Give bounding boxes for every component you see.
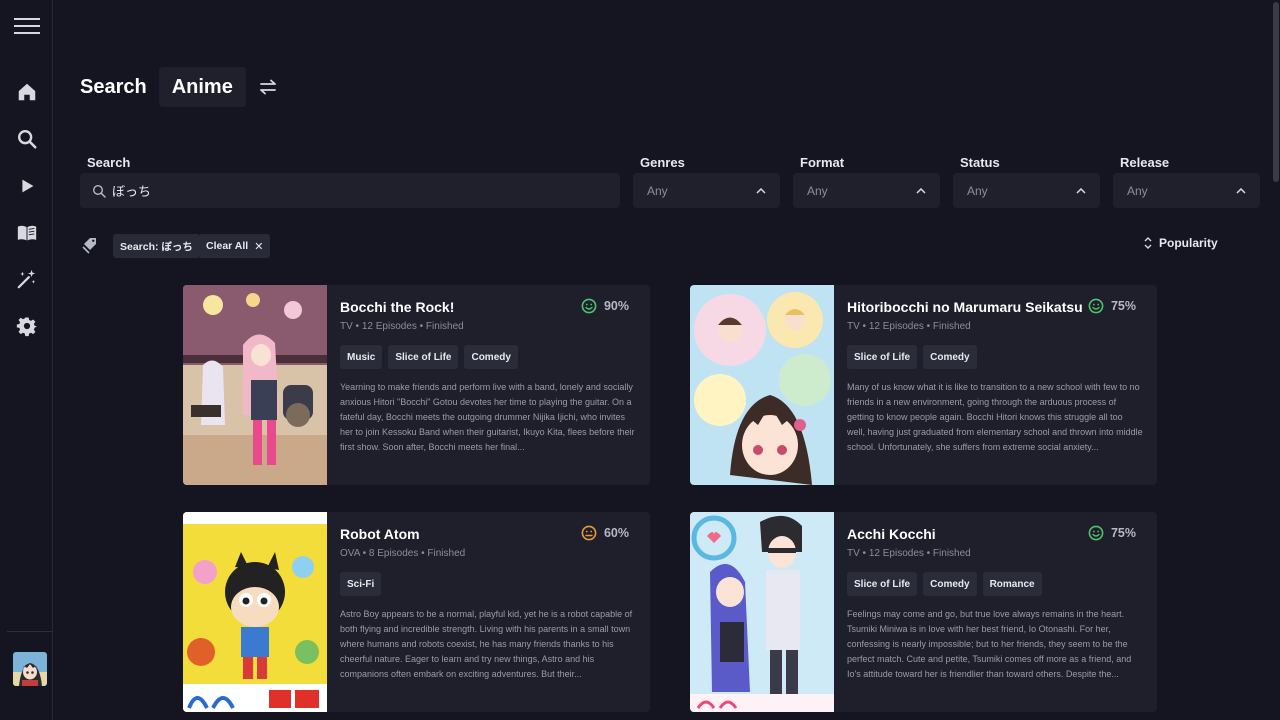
format-value: Any	[807, 183, 828, 198]
card-title[interactable]: Bocchi the Rock!	[340, 299, 454, 315]
play-icon[interactable]	[0, 166, 53, 206]
smiley-icon	[1088, 298, 1104, 314]
card-title[interactable]: Acchi Kocchi	[847, 526, 936, 542]
card-meta: TV • 12 Episodes • Finished	[847, 321, 971, 332]
genres-dropdown[interactable]: Any	[633, 173, 780, 208]
genre-tag[interactable]: Comedy	[464, 345, 518, 369]
card-meta: OVA • 8 Episodes • Finished	[340, 548, 466, 559]
search-input[interactable]	[112, 183, 592, 198]
search-icon[interactable]	[0, 119, 53, 159]
status-dropdown[interactable]: Any	[953, 173, 1100, 208]
result-card[interactable]: Acchi Kocchi 75% TV • 12 Episodes • Fini…	[690, 512, 1157, 712]
card-title[interactable]: Hitoribocchi no Marumaru Seikatsu	[847, 299, 1083, 315]
genre-tag[interactable]: Music	[340, 345, 383, 369]
release-label: Release	[1120, 155, 1170, 170]
sort-selector[interactable]: Popularity	[1143, 234, 1218, 252]
card-title[interactable]: Robot Atom	[340, 526, 420, 542]
sidebar-divider	[7, 631, 53, 632]
score-value: 75%	[1110, 526, 1136, 540]
result-card[interactable]: Bocchi the Rock! 90% TV • 12 Episodes • …	[183, 285, 650, 485]
search-chip-label: Search: ぼっち	[120, 240, 193, 253]
genre-list: Music Slice of Life Comedy	[340, 345, 524, 369]
search-filter-chip[interactable]: Search: ぼっち	[113, 234, 200, 258]
gear-icon[interactable]	[0, 306, 53, 346]
chevron-up-icon	[1076, 187, 1086, 194]
release-value: Any	[1127, 183, 1148, 198]
cover-image[interactable]	[183, 285, 327, 485]
smiley-icon	[1088, 525, 1104, 541]
result-card[interactable]: Hitoribocchi no Marumaru Seikatsu 75% TV…	[690, 285, 1157, 485]
release-dropdown[interactable]: Any	[1113, 173, 1260, 208]
cover-image[interactable]	[690, 512, 834, 712]
score: 75%	[1088, 525, 1136, 541]
media-type-selector[interactable]: Anime	[158, 67, 246, 107]
score-value: 75%	[1110, 299, 1136, 313]
card-meta: TV • 12 Episodes • Finished	[847, 548, 971, 559]
sort-label: Popularity	[1159, 236, 1218, 250]
chevron-up-icon	[916, 187, 926, 194]
score-value: 60%	[603, 526, 629, 540]
status-label: Status	[960, 155, 1000, 170]
genre-tag[interactable]: Comedy	[923, 572, 977, 596]
genre-list: Slice of Life Comedy	[847, 345, 983, 369]
avatar[interactable]	[13, 652, 47, 686]
genre-list: Sci-Fi	[340, 572, 387, 596]
page-scrollbar[interactable]	[1272, 0, 1280, 720]
cover-image[interactable]	[690, 285, 834, 485]
genre-tag[interactable]: Comedy	[923, 345, 977, 369]
smiley-icon	[581, 298, 597, 314]
sort-arrows-icon	[1144, 237, 1152, 249]
genre-tag[interactable]: Slice of Life	[847, 345, 918, 369]
card-description: Yearning to make friends and perform liv…	[340, 382, 635, 452]
genres-value: Any	[647, 183, 668, 198]
genre-tag[interactable]: Slice of Life	[847, 572, 918, 596]
card-description: Astro Boy appears to be a normal, playfu…	[340, 609, 633, 679]
swap-arrows-icon[interactable]	[258, 77, 278, 97]
search-field[interactable]	[80, 173, 620, 208]
page-header: Search Anime	[80, 67, 278, 107]
chevron-up-icon	[1236, 187, 1246, 194]
scrollbar-thumb[interactable]	[1273, 2, 1279, 182]
cover-image[interactable]	[183, 512, 327, 712]
search-icon	[92, 184, 106, 198]
score: 75%	[1088, 298, 1136, 314]
menu-icon[interactable]	[0, 6, 53, 46]
genres-label: Genres	[640, 155, 685, 170]
sparkle-wand-icon[interactable]	[0, 259, 53, 299]
format-label: Format	[800, 155, 845, 170]
home-icon[interactable]	[0, 72, 53, 112]
book-icon[interactable]	[0, 213, 53, 253]
tags-icon	[82, 238, 96, 254]
format-dropdown[interactable]: Any	[793, 173, 940, 208]
close-icon: ✕	[254, 240, 264, 253]
search-label: Search	[87, 155, 131, 170]
score: 90%	[581, 298, 629, 314]
genre-tag[interactable]: Romance	[982, 572, 1042, 596]
score-value: 90%	[603, 299, 629, 313]
clear-all-label: Clear All	[206, 240, 249, 252]
neutral-face-icon	[581, 525, 597, 541]
page-title: Search	[80, 75, 147, 98]
chevron-up-icon	[756, 187, 766, 194]
status-value: Any	[967, 183, 988, 198]
card-description: Many of us know what it is like to trans…	[847, 382, 1143, 452]
card-meta: TV • 12 Episodes • Finished	[340, 321, 464, 332]
result-card[interactable]: Robot Atom 60% OVA • 8 Episodes • Finish…	[183, 512, 650, 712]
genre-tag[interactable]: Sci-Fi	[340, 572, 382, 596]
score: 60%	[581, 525, 629, 541]
sidebar	[0, 0, 53, 720]
clear-all-chip[interactable]: Clear All ✕	[199, 234, 271, 258]
genre-tag[interactable]: Slice of Life	[388, 345, 459, 369]
card-description: Feelings may come and go, but true love …	[847, 609, 1132, 679]
genre-list: Slice of Life Comedy Romance	[847, 572, 1048, 596]
